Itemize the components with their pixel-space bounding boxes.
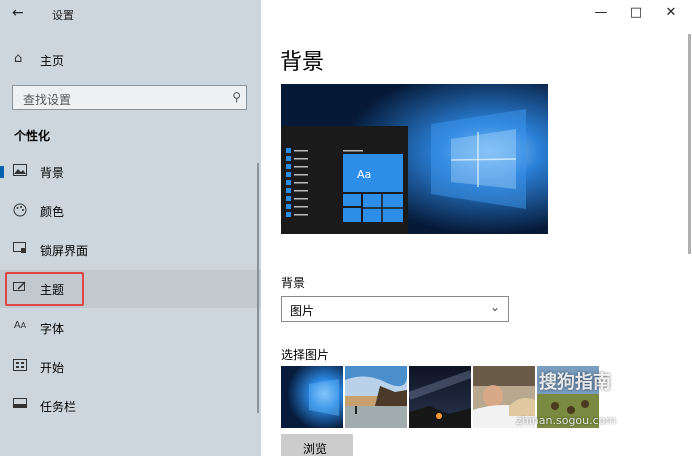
lock-screen-icon xyxy=(12,242,28,256)
background-label: 背景 xyxy=(281,276,306,290)
sidebar: ← 设置 ⌂ 主页 查找设置 ⚲ 个性化 背景 颜色 锁屏界面 主题 AA 字体… xyxy=(0,0,261,456)
font-icon: AA xyxy=(13,320,27,331)
select-value: 图片 xyxy=(290,304,315,318)
chevron-down-icon: ⌄ xyxy=(489,300,500,314)
sidebar-item-label: 背景 xyxy=(40,166,65,180)
browse-button[interactable]: 浏览 xyxy=(281,434,353,456)
sidebar-item-lock-screen[interactable]: 锁屏界面 xyxy=(0,231,261,269)
search-box[interactable]: 查找设置 ⚲ xyxy=(12,85,247,110)
palette-icon xyxy=(12,203,28,217)
background-type-select[interactable]: 图片 ⌄ xyxy=(281,296,509,322)
sidebar-item-taskbar[interactable]: 任务栏 xyxy=(0,387,261,425)
picture-icon xyxy=(12,164,28,178)
sidebar-scrollbar[interactable] xyxy=(257,163,259,413)
start-icon xyxy=(12,359,28,373)
selection-marker xyxy=(0,166,4,178)
sidebar-item-start[interactable]: 开始 xyxy=(0,348,261,386)
picture-thumbnail[interactable] xyxy=(409,366,471,428)
home-link[interactable]: ⌂ 主页 xyxy=(0,48,261,72)
content-scrollbar[interactable] xyxy=(688,34,691,254)
sidebar-item-fonts[interactable]: AA 字体 xyxy=(0,309,261,347)
sidebar-item-label: 锁屏界面 xyxy=(40,244,89,258)
sidebar-item-label: 开始 xyxy=(40,361,65,375)
picture-thumbnail[interactable] xyxy=(345,366,407,428)
sidebar-item-background[interactable]: 背景 xyxy=(0,153,261,191)
maximize-icon[interactable]: □ xyxy=(616,5,656,20)
home-label: 主页 xyxy=(40,54,65,68)
home-icon: ⌂ xyxy=(14,51,23,66)
search-icon[interactable]: ⚲ xyxy=(232,90,241,104)
sidebar-item-label: 字体 xyxy=(40,322,65,336)
sidebar-item-colors[interactable]: 颜色 xyxy=(0,192,261,230)
background-preview: Aa xyxy=(281,84,548,234)
app-title: 设置 xyxy=(52,9,74,22)
sidebar-item-label: 颜色 xyxy=(40,205,65,219)
page-title: 背景 xyxy=(280,50,325,75)
watermark-url: zhinan.sogou.com xyxy=(516,414,617,427)
sidebar-item-label: 任务栏 xyxy=(40,400,77,414)
main-content: — □ ✕ 背景 Aa 背景 图片 ⌄ 选择图片 浏览 搜狗指南 zhinan.… xyxy=(261,0,692,456)
highlight-box xyxy=(5,272,84,306)
preview-tile-text: Aa xyxy=(357,168,372,181)
watermark-brand: 搜狗指南 xyxy=(539,372,611,393)
back-arrow-icon[interactable]: ← xyxy=(12,5,24,21)
section-title: 个性化 xyxy=(14,129,51,143)
taskbar-icon xyxy=(12,398,28,412)
title-bar-left: ← 设置 xyxy=(0,0,261,28)
browse-label: 浏览 xyxy=(303,442,328,456)
choose-picture-label: 选择图片 xyxy=(281,348,330,362)
close-icon[interactable]: ✕ xyxy=(651,5,691,20)
picture-thumbnail[interactable] xyxy=(281,366,343,428)
minimize-icon[interactable]: — xyxy=(581,5,621,20)
search-placeholder: 查找设置 xyxy=(23,93,72,107)
